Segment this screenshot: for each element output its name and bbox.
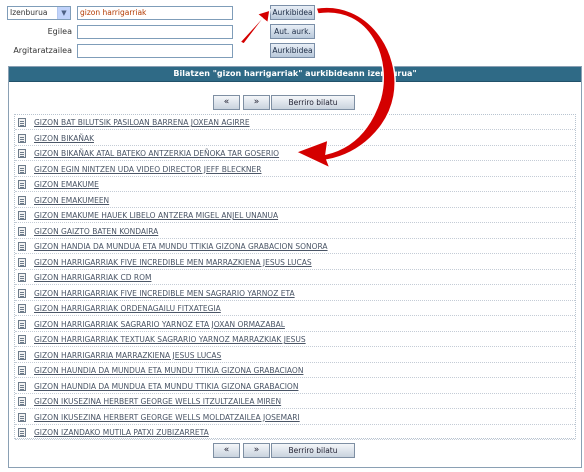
search-again-button[interactable]: Berriro bilatu bbox=[271, 95, 355, 110]
document-icon bbox=[18, 412, 26, 422]
result-row: GIZON HARRIGARRIAK SAGRARIO YARNOZ ETA J… bbox=[15, 317, 575, 332]
result-row: GIZON BAT BILUTSIK PASILOAN BARRENA JOXE… bbox=[15, 115, 575, 130]
result-link[interactable]: GIZON GAIZTO BATEN KONDAIRA bbox=[34, 226, 158, 237]
document-icon bbox=[18, 304, 26, 313]
result-row: GIZON HARRIGARRIAK FIVE INCREDIBLE MEN S… bbox=[15, 286, 575, 301]
result-row: GIZON EGIN NINTZEN UDA VIDEO DIRECTOR JE… bbox=[15, 162, 575, 177]
result-row: GIZON HARRIGARRIAK TEXTUAK SAGRARIO YARN… bbox=[15, 332, 575, 347]
result-row: GIZON EMAKUMEEN bbox=[15, 193, 575, 208]
result-link[interactable]: GIZON EGIN NINTZEN UDA VIDEO DIRECTOR JE… bbox=[34, 164, 262, 175]
result-row: GIZON GAIZTO BATEN KONDAIRA bbox=[15, 224, 575, 239]
search-again-button-bottom[interactable]: Berriro bilatu bbox=[271, 443, 355, 458]
document-icon bbox=[18, 164, 26, 174]
result-link[interactable]: GIZON HARRIGARRIA MARRAZKIENA JESUS LUCA… bbox=[34, 350, 221, 361]
document-icon bbox=[18, 381, 26, 391]
result-link[interactable]: GIZON EMAKUMEEN bbox=[34, 195, 109, 206]
previous-page-button-bottom[interactable]: « bbox=[213, 443, 240, 458]
result-link[interactable]: GIZON BAT BILUTSIK PASILOAN BARRENA JOXE… bbox=[34, 117, 250, 128]
search-field-select-value: Izenburua bbox=[10, 8, 48, 17]
pager-bottom: « » Berriro bilatu bbox=[9, 443, 581, 459]
results-panel: Bilatzen "gizon harrigarriak" aurkibidea… bbox=[8, 66, 582, 468]
result-link[interactable]: GIZON BIKAÑAK ATAL BATEKO ANTZERKIA DEÑO… bbox=[34, 148, 279, 159]
result-link[interactable]: GIZON HAUNDIA DA MUNDUA ETA MUNDU TTIKIA… bbox=[34, 365, 303, 376]
result-row: GIZON HARRIGARRIAK FIVE INCREDIBLE MEN M… bbox=[15, 255, 575, 270]
result-row: GIZON EMAKUME HAUEK LIBELO ANTZERA MIGEL… bbox=[15, 208, 575, 223]
title-index-button[interactable]: Aurkibidea bbox=[270, 5, 315, 20]
next-page-button[interactable]: » bbox=[243, 95, 270, 110]
document-icon bbox=[18, 428, 26, 437]
result-link[interactable]: GIZON HARRIGARRIAK ORDENAGAILU FITXATEGI… bbox=[34, 303, 221, 314]
result-row: GIZON HANDIA DA MUNDUA ETA MUNDU TTIKIA … bbox=[15, 239, 575, 254]
result-row: GIZON IKUSEZINA HERBERT GEORGE WELLS ITZ… bbox=[15, 394, 575, 409]
result-link[interactable]: GIZON EMAKUME HAUEK LIBELO ANTZERA MIGEL… bbox=[34, 210, 278, 221]
result-row: GIZON BIKAÑAK bbox=[15, 131, 575, 146]
title-search-input[interactable]: gizon harrigarriak bbox=[77, 6, 233, 20]
publisher-label: Argitaratzailea bbox=[13, 46, 72, 55]
document-icon bbox=[18, 319, 26, 329]
pager-top: « » Berriro bilatu bbox=[9, 95, 581, 111]
publisher-index-button[interactable]: Aurkibidea bbox=[270, 43, 315, 58]
document-icon bbox=[18, 335, 26, 344]
previous-page-button[interactable]: « bbox=[213, 95, 240, 110]
document-icon bbox=[18, 118, 26, 127]
document-icon bbox=[18, 242, 26, 251]
result-row: GIZON IKUSEZINA HERBERT GEORGE WELLS MOL… bbox=[15, 410, 575, 425]
panel-title: Bilatzen "gizon harrigarriak" aurkibidea… bbox=[9, 67, 581, 82]
result-row: GIZON EMAKUME bbox=[15, 177, 575, 192]
result-link[interactable]: GIZON EMAKUME bbox=[34, 179, 99, 190]
document-icon bbox=[18, 397, 26, 406]
result-row: GIZON HAUNDIA DA MUNDUA ETA MUNDU TTIKIA… bbox=[15, 379, 575, 394]
result-row: GIZON HARRIGARRIAK CD ROM bbox=[15, 270, 575, 285]
result-row: GIZON HARRIGARRIA MARRAZKIENA JESUS LUCA… bbox=[15, 348, 575, 363]
chevron-down-icon[interactable]: ▼ bbox=[57, 7, 70, 19]
result-link[interactable]: GIZON IKUSEZINA HERBERT GEORGE WELLS MOL… bbox=[34, 412, 300, 423]
document-icon bbox=[18, 257, 26, 267]
result-link[interactable]: GIZON HARRIGARRIAK FIVE INCREDIBLE MEN S… bbox=[34, 288, 295, 299]
document-icon bbox=[18, 273, 26, 282]
result-row: GIZON HAUNDIA DA MUNDUA ETA MUNDU TTIKIA… bbox=[15, 363, 575, 378]
author-input[interactable] bbox=[77, 25, 233, 39]
result-link[interactable]: GIZON HARRIGARRIAK FIVE INCREDIBLE MEN M… bbox=[34, 257, 312, 268]
document-icon bbox=[18, 180, 26, 189]
result-link[interactable]: GIZON BIKAÑAK bbox=[34, 133, 94, 144]
document-icon bbox=[18, 133, 26, 143]
author-label: Egilea bbox=[47, 27, 72, 36]
result-link[interactable]: GIZON IKUSEZINA HERBERT GEORGE WELLS ITZ… bbox=[34, 396, 281, 407]
document-icon bbox=[18, 211, 26, 220]
search-field-select[interactable]: Izenburua ▼ bbox=[7, 6, 71, 20]
result-link[interactable]: GIZON HARRIGARRIAK TEXTUAK SAGRARIO YARN… bbox=[34, 334, 306, 345]
next-page-button-bottom[interactable]: » bbox=[243, 443, 270, 458]
result-link[interactable]: GIZON IZANDAKO MUTILA PATXI ZUBIZARRETA bbox=[34, 427, 209, 438]
result-row: GIZON IZANDAKO MUTILA PATXI ZUBIZARRETA bbox=[15, 425, 575, 440]
document-icon bbox=[18, 226, 26, 236]
document-icon bbox=[18, 149, 26, 158]
document-icon bbox=[18, 366, 26, 375]
document-icon bbox=[18, 195, 26, 205]
result-link[interactable]: GIZON HARRIGARRIAK CD ROM bbox=[34, 272, 151, 283]
document-icon bbox=[18, 288, 26, 298]
result-row: GIZON BIKAÑAK ATAL BATEKO ANTZERKIA DEÑO… bbox=[15, 146, 575, 161]
results-list: GIZON BAT BILUTSIK PASILOAN BARRENA JOXE… bbox=[14, 114, 576, 440]
result-row: GIZON HARRIGARRIAK ORDENAGAILU FITXATEGI… bbox=[15, 301, 575, 316]
result-link[interactable]: GIZON HAUNDIA DA MUNDUA ETA MUNDU TTIKIA… bbox=[34, 381, 298, 392]
publisher-input[interactable] bbox=[77, 44, 233, 58]
document-icon bbox=[18, 350, 26, 360]
author-index-button[interactable]: Aut. aurk. bbox=[270, 24, 315, 39]
result-link[interactable]: GIZON HARRIGARRIAK SAGRARIO YARNOZ ETA J… bbox=[34, 319, 285, 330]
search-form: Izenburua ▼ gizon harrigarriak Aurkibide… bbox=[0, 0, 584, 64]
result-link[interactable]: GIZON HANDIA DA MUNDUA ETA MUNDU TTIKIA … bbox=[34, 241, 328, 252]
